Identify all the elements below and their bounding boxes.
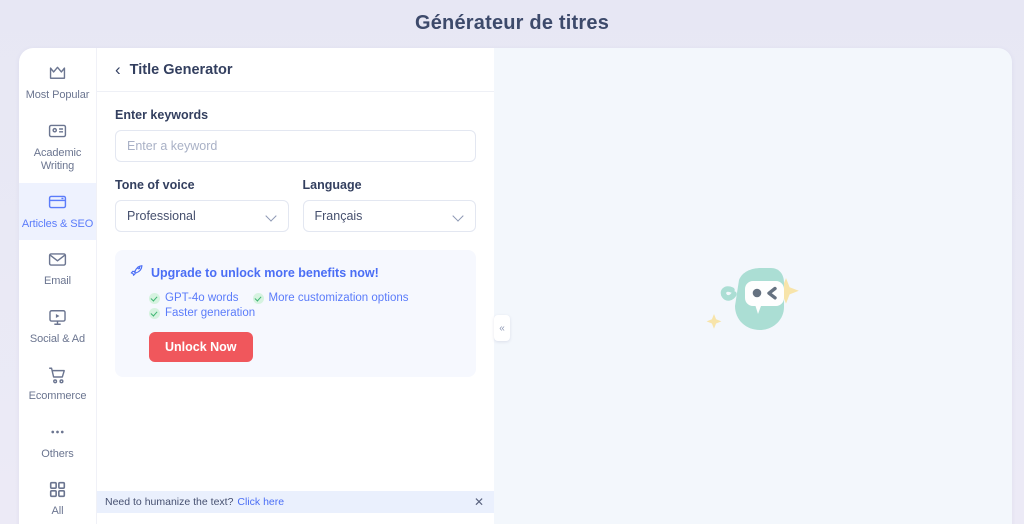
upgrade-promo-card: Upgrade to unlock more benefits now! GPT… xyxy=(115,250,476,377)
benefit-item: Faster generation xyxy=(149,307,255,319)
sidebar-item-label: Articles & SEO xyxy=(21,217,94,230)
tone-language-row: Tone of voice Professional Language Fran… xyxy=(115,178,476,232)
tool-title: Title Generator xyxy=(129,62,233,78)
category-sidebar: Most Popular Academic Writing Articles &… xyxy=(19,48,96,524)
sidebar-item-label: Academic Writing xyxy=(33,146,82,173)
sidebar-item-all[interactable]: All xyxy=(19,470,96,524)
benefit-item: More customization options xyxy=(252,292,409,304)
chevron-down-icon xyxy=(454,211,464,221)
language-field: Language Français xyxy=(302,178,476,232)
sidebar-item-label: Email xyxy=(43,275,71,287)
sidebar-item-social-ad[interactable]: Social & Ad xyxy=(19,298,96,356)
tool-form-body: Enter keywords Tone of voice Professiona… xyxy=(97,92,494,491)
action-row: GPT-3.5 Generate xyxy=(97,513,494,524)
sidebar-item-ecommerce[interactable]: Ecommerce xyxy=(19,355,96,413)
app-card: Most Popular Academic Writing Articles &… xyxy=(19,48,1012,524)
collapse-panel-button[interactable]: « xyxy=(494,315,510,341)
envelope-icon xyxy=(21,249,94,271)
chevron-down-icon xyxy=(267,211,277,221)
promo-header: Upgrade to unlock more benefits now! xyxy=(129,263,462,283)
grid-icon xyxy=(21,479,94,501)
tone-label: Tone of voice xyxy=(115,178,195,192)
sidebar-item-others[interactable]: Others xyxy=(19,413,96,471)
sidebar-item-label: Ecommerce xyxy=(28,390,87,402)
crown-icon xyxy=(21,63,94,85)
tone-field: Tone of voice Professional xyxy=(115,178,289,232)
tool-header: ‹ Title Generator xyxy=(97,48,494,92)
language-label: Language xyxy=(302,178,362,192)
unlock-now-button[interactable]: Unlock Now xyxy=(149,332,253,362)
sidebar-item-label: Social & Ad xyxy=(29,332,86,345)
keywords-label: Enter keywords xyxy=(115,108,209,122)
ellipsis-icon xyxy=(21,422,94,444)
page-title: Générateur de titres xyxy=(414,12,610,34)
id-card-icon xyxy=(21,121,94,143)
humanize-banner: Need to humanize the text? Click here ✕ xyxy=(97,491,494,513)
chevron-left-icon[interactable]: ‹ xyxy=(115,61,121,78)
sidebar-item-email[interactable]: Email xyxy=(19,240,96,298)
tool-form-panel: ‹ Title Generator Enter keywords Tone of… xyxy=(96,48,494,524)
sidebar-item-label: Most Popular xyxy=(25,89,90,101)
humanize-link[interactable]: Click here xyxy=(237,496,284,508)
shopping-cart-icon xyxy=(21,364,94,386)
promo-benefits: GPT-4o words More customization options … xyxy=(129,292,462,319)
benefit-label: Faster generation xyxy=(165,307,256,319)
sidebar-item-label: All xyxy=(51,505,64,517)
humanize-text: Need to humanize the text? xyxy=(105,496,234,508)
sidebar-item-label: Others xyxy=(41,447,74,460)
output-preview-panel xyxy=(494,48,1012,524)
tone-selected-value: Professional xyxy=(127,209,196,223)
check-icon xyxy=(149,307,160,319)
benefit-label: GPT-4o words xyxy=(165,292,239,304)
benefit-label: More customization options xyxy=(268,292,409,304)
sidebar-item-most-popular[interactable]: Most Popular xyxy=(19,54,96,112)
check-icon xyxy=(252,292,264,304)
benefit-item: GPT-4o words xyxy=(149,292,239,304)
language-selected-value: Français xyxy=(314,209,363,223)
sidebar-item-articles-seo[interactable]: Articles & SEO xyxy=(19,182,96,240)
promo-title: Upgrade to unlock more benefits now! xyxy=(151,266,379,280)
tone-select[interactable]: Professional xyxy=(115,200,289,232)
language-select[interactable]: Français xyxy=(302,200,476,232)
sidebar-item-academic-writing[interactable]: Academic Writing xyxy=(19,112,96,183)
monitor-play-icon xyxy=(21,307,94,329)
close-icon[interactable]: ✕ xyxy=(474,496,484,508)
browser-icon xyxy=(21,192,94,214)
tool-footer: Need to humanize the text? Click here ✕ … xyxy=(97,491,494,524)
rocket-icon xyxy=(129,263,144,283)
keywords-input[interactable] xyxy=(115,130,476,162)
check-icon xyxy=(149,292,160,304)
mascot-illustration xyxy=(701,262,805,345)
